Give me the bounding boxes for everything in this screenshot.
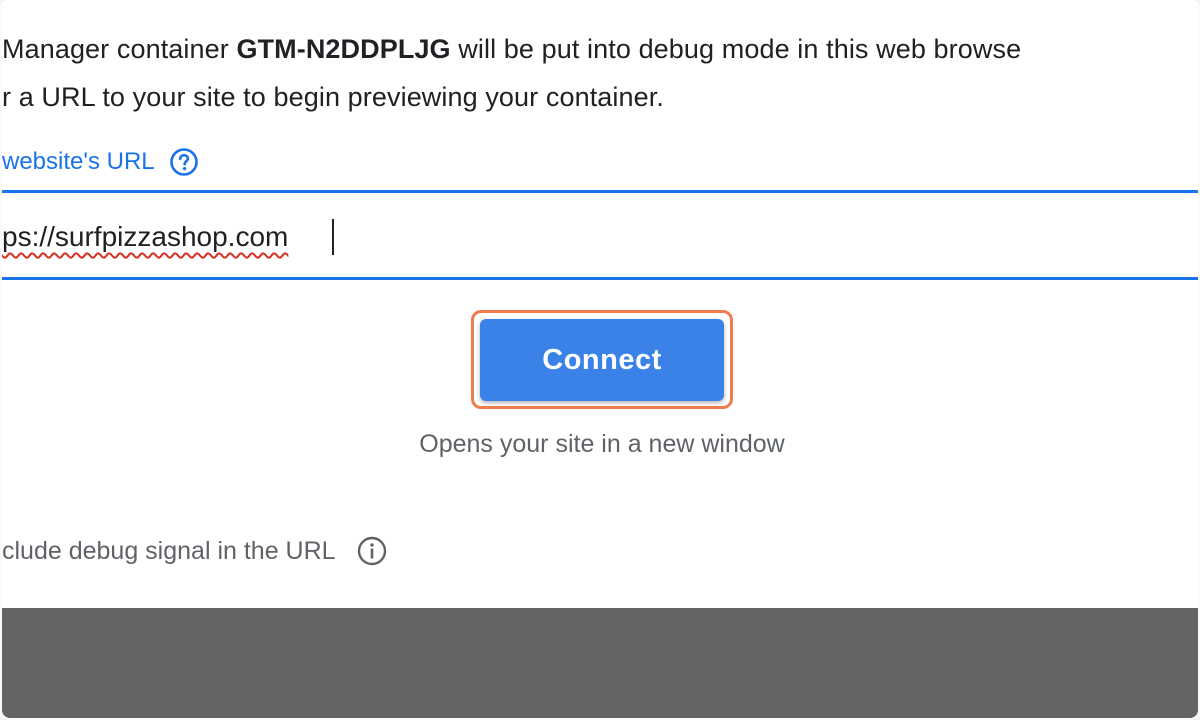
connect-button[interactable]: Connect <box>480 319 724 401</box>
intro-prefix: Manager container <box>2 34 237 64</box>
intro-line-2: r a URL to your site to begin previewing… <box>2 82 664 112</box>
preview-dialog: Manager container GTM-N2DDPLJG will be p… <box>2 0 1198 608</box>
intro-line-1: Manager container GTM-N2DDPLJG will be p… <box>2 34 1021 65</box>
text-caret <box>332 219 334 255</box>
debug-signal-option[interactable]: clude debug signal in the URL <box>2 535 388 567</box>
help-circle-icon[interactable] <box>169 147 199 177</box>
debug-signal-label[interactable]: clude debug signal in the URL <box>2 537 336 566</box>
connect-hint-text: Opens your site in a new window <box>419 430 785 458</box>
url-field-label: website's URL <box>2 147 199 177</box>
url-label-text: website's URL <box>2 148 155 175</box>
screen: Manager container GTM-N2DDPLJG will be p… <box>0 0 1200 720</box>
url-input-value[interactable]: ps://surfpizzashop.com <box>2 221 288 253</box>
intro-suffix: will be put into debug mode in this web … <box>450 34 1022 64</box>
info-icon[interactable] <box>356 535 388 567</box>
modal-backdrop <box>2 608 1198 718</box>
container-id: GTM-N2DDPLJG <box>236 34 451 64</box>
website-url-input[interactable]: ps://surfpizzashop.com <box>2 190 1198 280</box>
